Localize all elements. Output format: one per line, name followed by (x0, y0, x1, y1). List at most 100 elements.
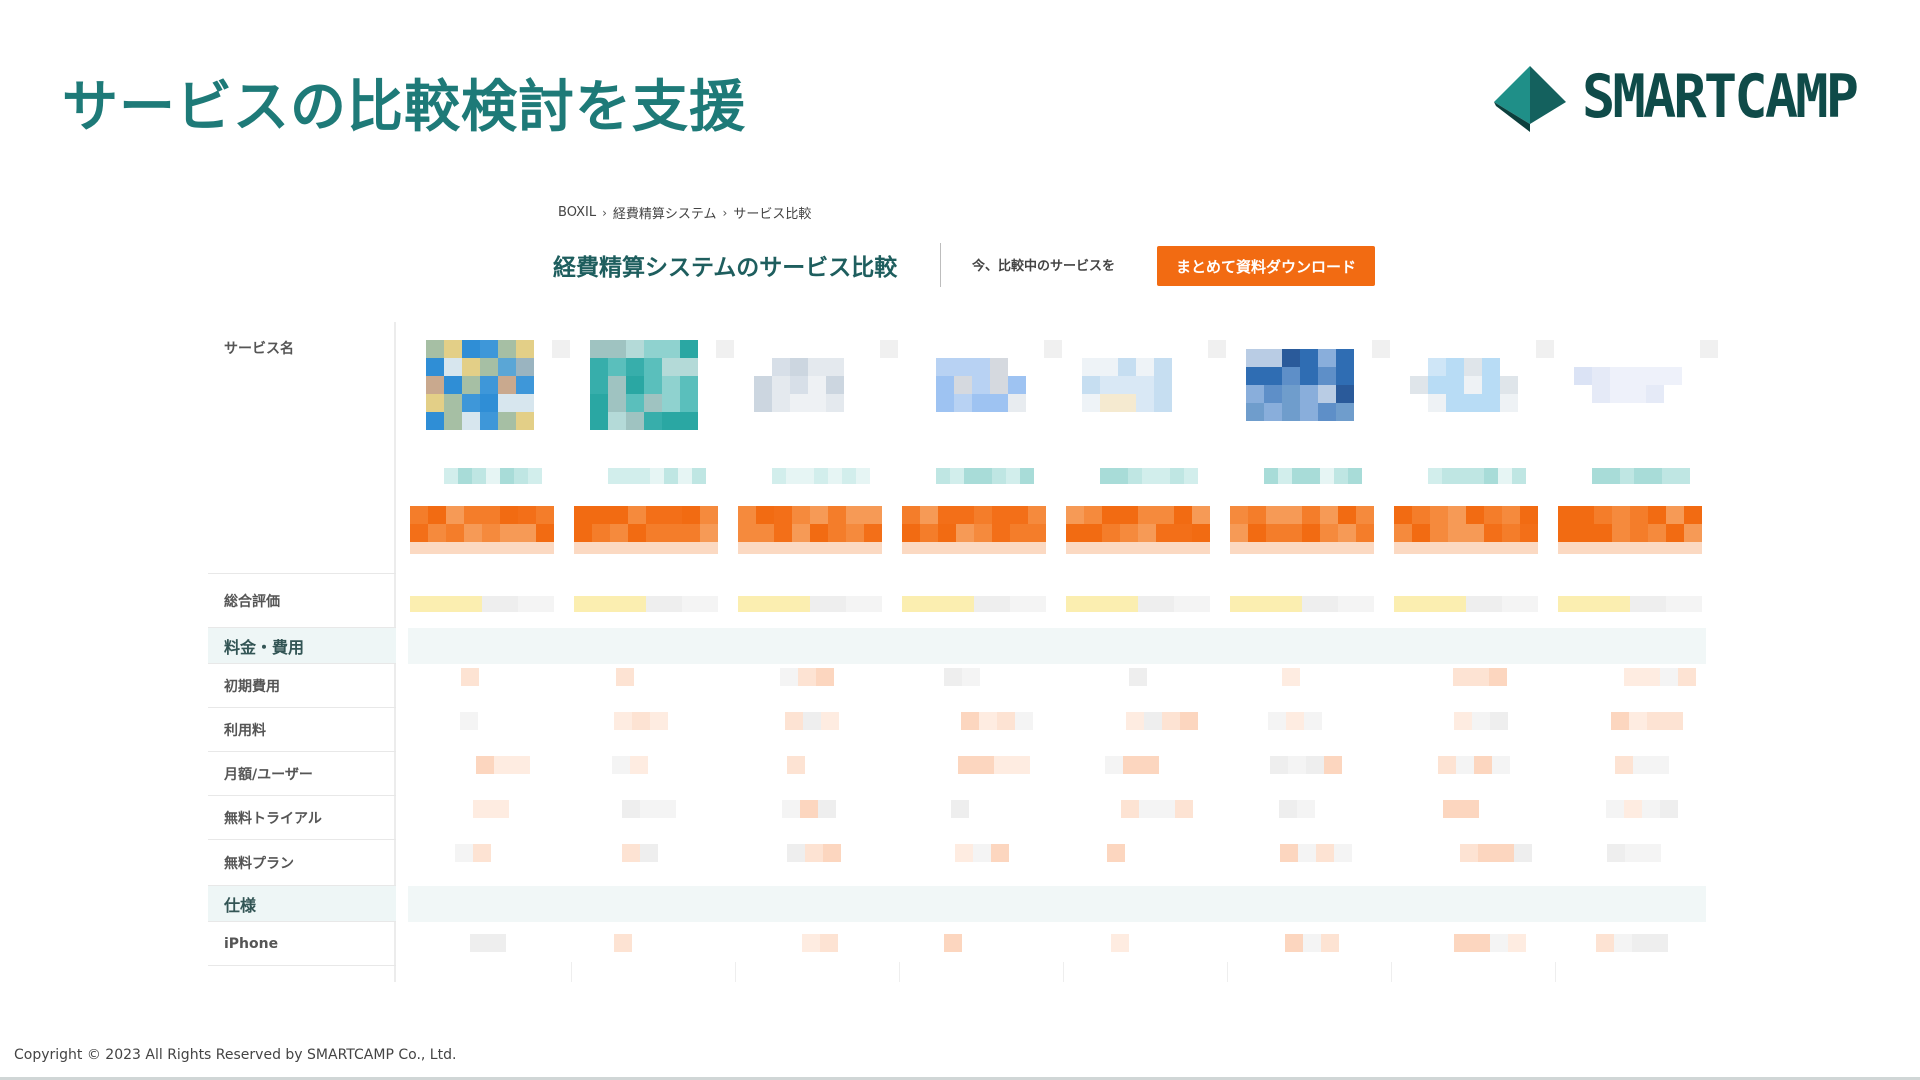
pixel-block (786, 468, 800, 484)
pixel-block (1514, 844, 1532, 862)
pixel-block (1576, 524, 1594, 542)
pixel-block (1028, 542, 1046, 554)
pixel-block (700, 524, 718, 542)
pixel-block (1410, 376, 1428, 394)
pixel-block (1446, 394, 1464, 412)
pixel-block (662, 394, 680, 412)
pixel-block (1154, 358, 1172, 376)
pixel-block (936, 394, 954, 412)
pixel-block (1111, 934, 1129, 952)
pixel-block (1010, 524, 1028, 542)
pixel-block (1666, 542, 1684, 554)
pixel-block (644, 412, 662, 430)
pixel-block (682, 542, 700, 554)
pixel-block (1006, 468, 1020, 484)
pixel-block (1492, 756, 1510, 774)
pixel-block (1650, 934, 1668, 952)
copyright-text: Copyright © 2023 All Rights Reserved by … (14, 1047, 457, 1063)
pixel-block (994, 756, 1012, 774)
pixel-block (818, 800, 836, 818)
pixel-block (498, 376, 516, 394)
pixel-block (1288, 756, 1306, 774)
pixel-block (1107, 844, 1125, 862)
pixel-block (1028, 524, 1046, 542)
pixel-block (446, 524, 464, 542)
pixel-block (1612, 506, 1630, 524)
pixel-block (1470, 468, 1484, 484)
breadcrumb-item-boxil[interactable]: BOXIL (558, 205, 596, 220)
pixel-block (974, 542, 992, 554)
pixel-block (1338, 524, 1356, 542)
pixel-block (1394, 506, 1412, 524)
pixel-block (1142, 468, 1156, 484)
pixel-block (1118, 358, 1136, 376)
pixel-block (680, 376, 698, 394)
pixel-block (1428, 468, 1442, 484)
pixel-block (644, 340, 662, 358)
pixel-block (514, 468, 528, 484)
pixel-block (622, 800, 640, 818)
pixel-block (938, 506, 956, 524)
pixel-block (1430, 596, 1448, 612)
pixel-block (1453, 668, 1471, 686)
pixel-block (1292, 468, 1306, 484)
pixel-block (1282, 403, 1300, 421)
pixel-block (464, 506, 482, 524)
pixel-block (802, 934, 820, 952)
pixel-block (1174, 524, 1192, 542)
pixel-block (754, 376, 772, 394)
pixel-block (1082, 358, 1100, 376)
pixel-block (1008, 376, 1026, 394)
bulk-download-button[interactable]: まとめて資料ダウンロード (1157, 246, 1375, 286)
pixel-block (992, 468, 1006, 484)
row-label-section-pricing: 料金・費用 (208, 628, 396, 664)
row-label-iphone: iPhone (208, 922, 396, 966)
pixel-block (1665, 712, 1683, 730)
pixel-block (662, 376, 680, 394)
pixel-block (1297, 800, 1315, 818)
pixel-block (662, 340, 680, 358)
pixel-block (1482, 394, 1500, 412)
pixel-block (516, 358, 534, 376)
pixel-block (1248, 506, 1266, 524)
pixel-block (1394, 542, 1412, 554)
pixel-block (1082, 376, 1100, 394)
pixel-block (1157, 800, 1175, 818)
pixel-block (1412, 596, 1430, 612)
pixel-block (518, 506, 536, 524)
pixel-block (1270, 756, 1288, 774)
pixel-block (979, 712, 997, 730)
pixel-block (1066, 596, 1084, 612)
pixel-block (480, 394, 498, 412)
pixel-block (1298, 844, 1316, 862)
pixel-block (816, 668, 834, 686)
pixel-block (976, 756, 994, 774)
pixel-block (1592, 367, 1610, 385)
pixel-block (992, 506, 1010, 524)
pixel-block (902, 596, 920, 612)
pixel-block (658, 800, 676, 818)
pixel-block (1448, 542, 1466, 554)
pixel-block (646, 596, 664, 612)
pixel-block (480, 340, 498, 358)
pixel-block (1496, 844, 1514, 862)
pixel-block (682, 596, 700, 612)
logo-text: SMARTCAMP (1582, 62, 1859, 132)
pixel-block (936, 358, 954, 376)
pixel-block (1594, 506, 1612, 524)
column-divider (1227, 962, 1228, 982)
pixel-block (1230, 542, 1248, 554)
pixel-block (590, 340, 608, 358)
pixel-block (1642, 800, 1660, 818)
pixel-block (1118, 376, 1136, 394)
pixel-block (1266, 542, 1284, 554)
pixel-block (410, 524, 428, 542)
column-divider (899, 962, 900, 982)
pixel-block (512, 756, 530, 774)
pixel-block (992, 596, 1010, 612)
pixel-block (1120, 596, 1138, 612)
pixel-block (1520, 542, 1538, 554)
pixel-block (664, 468, 678, 484)
pixel-block (1466, 524, 1484, 542)
breadcrumb-item-category[interactable]: 経費精算システム (613, 203, 717, 222)
